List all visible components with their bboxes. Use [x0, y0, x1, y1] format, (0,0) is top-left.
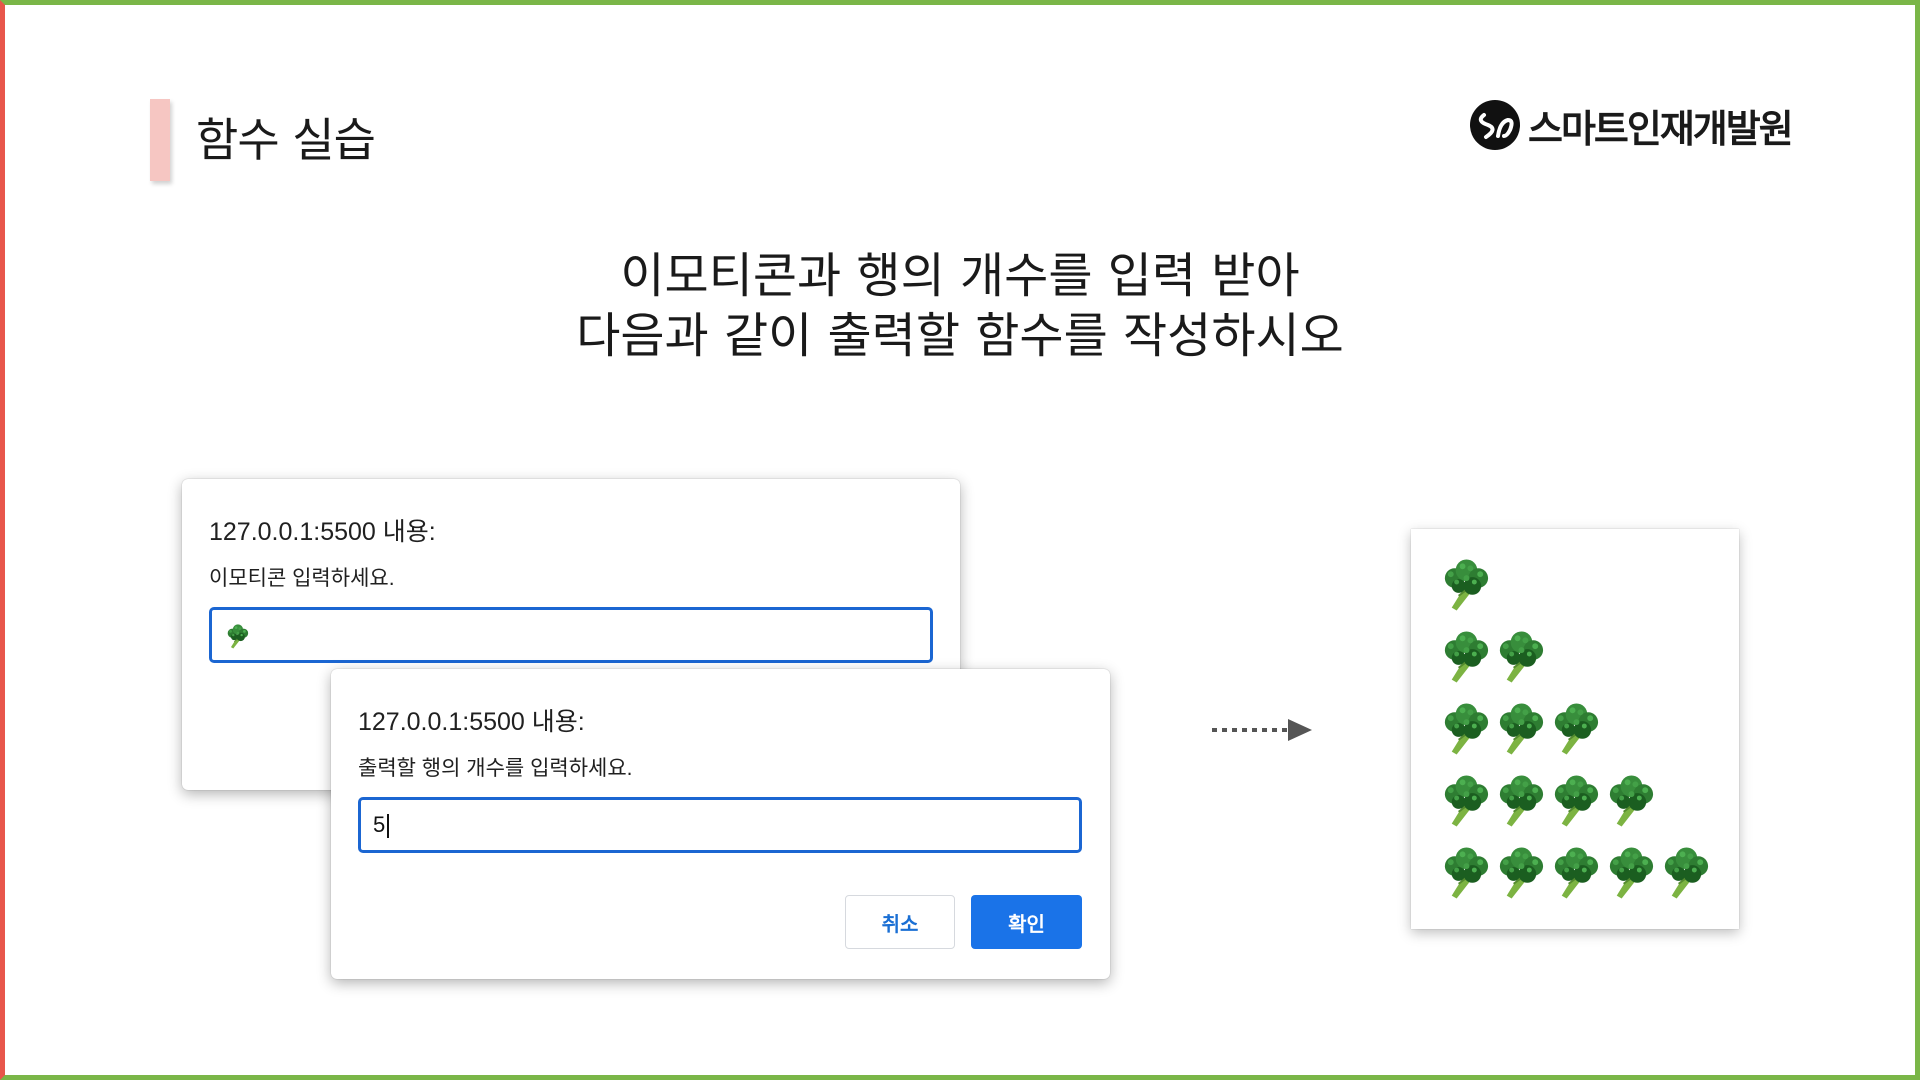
- output-row: [1437, 628, 1547, 684]
- cancel-button[interactable]: 취소: [845, 895, 955, 949]
- broccoli-icon: [1437, 556, 1492, 612]
- broccoli-icon: [1547, 772, 1602, 828]
- broccoli-icon: [1602, 772, 1657, 828]
- smhrd-logo-icon: [1470, 100, 1520, 150]
- broccoli-icon: [1437, 700, 1492, 756]
- dotted-arrow-icon: [1212, 719, 1312, 741]
- title-accent-bar: [150, 99, 170, 181]
- broccoli-icon: [1492, 700, 1547, 756]
- dialog-message: 출력할 행의 개수를 입력하세요.: [358, 757, 633, 780]
- output-row: [1437, 556, 1492, 612]
- dialog-message: 이모티콘 입력하세요.: [209, 567, 395, 590]
- emoji-input[interactable]: [209, 607, 933, 663]
- instruction-line-1: 이모티콘과 행의 개수를 입력 받아: [620, 248, 1300, 304]
- dialog-origin-label: 127.0.0.1:5500 내용:: [209, 518, 436, 546]
- row-count-input[interactable]: 5: [358, 797, 1082, 853]
- broccoli-icon: [1602, 844, 1657, 900]
- broccoli-icon: [1547, 700, 1602, 756]
- broccoli-icon: [1492, 628, 1547, 684]
- broccoli-icon: [1437, 628, 1492, 684]
- output-row: [1437, 700, 1602, 756]
- instruction-text: 이모티콘과 행의 개수를 입력 받아 다음과 같이 출력할 함수를 작성하시오: [0, 246, 1920, 366]
- output-panel: [1411, 529, 1739, 929]
- slide-title: 함수 실습: [196, 113, 376, 167]
- broccoli-icon: [1547, 844, 1602, 900]
- output-row: [1437, 772, 1657, 828]
- text-caret: [387, 814, 390, 839]
- broccoli-icon: [1657, 844, 1712, 900]
- row-count-value: 5: [373, 812, 386, 837]
- output-row: [1437, 844, 1712, 900]
- instruction-line-2: 다음과 같이 출력할 함수를 작성하시오: [576, 308, 1344, 364]
- broccoli-icon: [1437, 844, 1492, 900]
- brand-name: 스마트인재개발원: [1528, 106, 1794, 151]
- row-count-prompt-dialog: 127.0.0.1:5500 내용: 출력할 행의 개수를 입력하세요. 5 취…: [331, 669, 1110, 979]
- ok-button[interactable]: 확인: [971, 895, 1082, 949]
- broccoli-icon: [1437, 772, 1492, 828]
- broccoli-icon: [1492, 844, 1547, 900]
- broccoli-icon: [224, 623, 250, 649]
- dialog-origin-label: 127.0.0.1:5500 내용:: [358, 708, 585, 736]
- broccoli-icon: [1492, 772, 1547, 828]
- brand-logo: 스마트인재개발원: [1468, 98, 1794, 152]
